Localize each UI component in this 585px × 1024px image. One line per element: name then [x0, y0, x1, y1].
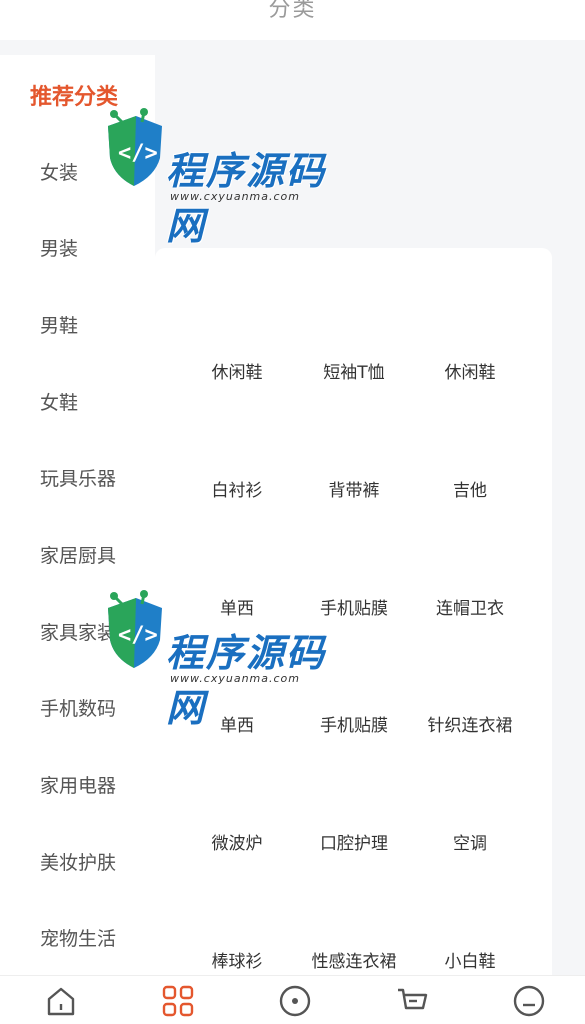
watermark-text: 程序源码网 — [166, 149, 327, 248]
sidebar-item-mens-clothing[interactable]: 男装 — [0, 227, 155, 267]
subcategory-item[interactable]: 针织连衣裙 — [404, 703, 536, 743]
subcategory-item[interactable]: 背带裤 — [288, 468, 420, 508]
sidebar-item-pets[interactable]: 宠物生活 — [0, 917, 155, 957]
subcategory-item[interactable]: 短袖T恤 — [288, 350, 420, 390]
cart-icon — [397, 988, 427, 1009]
subcategory-item[interactable]: 单西 — [171, 586, 303, 626]
subcategory-item[interactable]: 手机贴膜 — [288, 586, 420, 626]
tab-discover[interactable] — [236, 976, 353, 1024]
subcategory-item[interactable]: 空调 — [404, 821, 536, 861]
sidebar-item-digital[interactable]: 手机数码 — [0, 687, 155, 727]
tab-home[interactable] — [2, 976, 119, 1024]
bottom-tab-bar — [0, 975, 585, 1024]
sidebar-item-mens-shoes[interactable]: 男鞋 — [0, 304, 155, 344]
subcategory-card: 休闲鞋 短袖T恤 休闲鞋 白衬衫 背带裤 吉他 单西 手机贴膜 连帽卫衣 单西 … — [155, 248, 552, 988]
sidebar-item-home-kitchen[interactable]: 家居厨具 — [0, 534, 155, 574]
page-header: 分类 — [0, 0, 585, 40]
sidebar-item-womens-shoes[interactable]: 女鞋 — [0, 381, 155, 421]
subcategory-item[interactable]: 棒球衫 — [171, 939, 303, 979]
home-icon — [47, 987, 74, 1015]
sidebar-item-beauty[interactable]: 美妆护肤 — [0, 841, 155, 881]
subcategory-item[interactable]: 性感连衣裙 — [288, 939, 420, 979]
category-grid-icon — [162, 985, 193, 1016]
subcategory-item[interactable]: 白衬衫 — [171, 468, 303, 508]
subcategory-item[interactable]: 连帽卫衣 — [404, 586, 536, 626]
subcategory-item[interactable]: 休闲鞋 — [171, 350, 303, 390]
tab-category[interactable] — [119, 976, 236, 1024]
subcategory-item[interactable]: 口腔护理 — [288, 821, 420, 861]
sidebar-item-womens-clothing[interactable]: 女装 — [0, 151, 155, 191]
page-title: 分类 — [268, 0, 317, 22]
subcategory-item[interactable]: 手机贴膜 — [288, 703, 420, 743]
sidebar-item-appliances[interactable]: 家用电器 — [0, 764, 155, 804]
tab-profile[interactable] — [470, 976, 585, 1024]
subcategory-item[interactable]: 休闲鞋 — [404, 350, 536, 390]
subcategory-item[interactable]: 微波炉 — [171, 821, 303, 861]
subcategory-item[interactable]: 小白鞋 — [404, 939, 536, 979]
sidebar-item-toys-instruments[interactable]: 玩具乐器 — [0, 457, 155, 497]
profile-icon — [513, 985, 544, 1016]
category-page: 分类 推荐分类 女装 男装 男鞋 女鞋 玩具乐器 家居厨具 家具家装 手机数码 … — [0, 0, 585, 1024]
subcategory-item[interactable]: 单西 — [171, 703, 303, 743]
subcategory-item[interactable]: 吉他 — [404, 468, 536, 508]
sidebar-item-furniture[interactable]: 家具家装 — [0, 611, 155, 651]
sidebar-item-recommended[interactable]: 推荐分类 — [0, 75, 155, 115]
watermark-url: www.cxyuanma.com — [170, 190, 300, 203]
tab-cart[interactable] — [353, 976, 470, 1024]
category-sidebar: 推荐分类 女装 男装 男鞋 女鞋 玩具乐器 家居厨具 家具家装 手机数码 家用电… — [0, 55, 155, 975]
discover-icon — [279, 985, 310, 1016]
